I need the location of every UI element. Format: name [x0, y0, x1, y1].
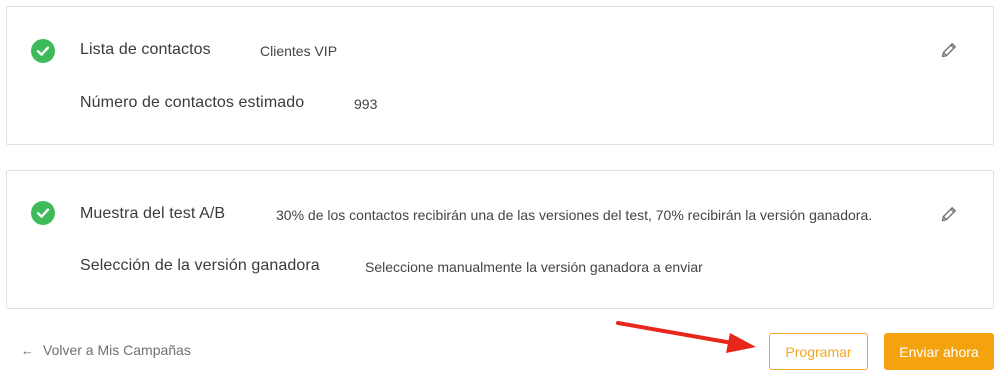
arrow-left-icon: ←	[21, 342, 34, 358]
estimated-contacts-label: Número de contactos estimado	[80, 94, 305, 111]
schedule-button[interactable]: Programar	[769, 333, 868, 370]
contact-list-label: Lista de contactos	[80, 41, 211, 58]
send-now-button[interactable]: Enviar ahora	[884, 333, 994, 370]
pencil-icon[interactable]	[939, 204, 959, 224]
winner-selection-label: Selección de la versión ganadora	[80, 257, 320, 274]
check-circle-icon	[31, 39, 55, 63]
ab-test-summary-card: Muestra del test A/B 30% de los contacto…	[6, 170, 994, 309]
ab-sample-label: Muestra del test A/B	[80, 205, 226, 222]
check-circle-icon	[31, 201, 55, 225]
contact-list-value: Clientes VIP	[260, 43, 338, 59]
red-arrow-icon	[616, 321, 756, 353]
back-link-label: Volver a Mis Campañas	[43, 342, 191, 358]
contacts-summary-card: Lista de contactos Clientes VIP Número d…	[6, 6, 994, 145]
pencil-icon[interactable]	[939, 40, 959, 60]
back-to-campaigns-link[interactable]: ← Volver a Mis Campañas	[21, 342, 191, 358]
winner-selection-value: Seleccione manualmente la versión ganado…	[365, 259, 703, 275]
estimated-contacts-value: 993	[354, 96, 378, 112]
ab-sample-value: 30% de los contactos recibirán una de la…	[276, 207, 873, 223]
